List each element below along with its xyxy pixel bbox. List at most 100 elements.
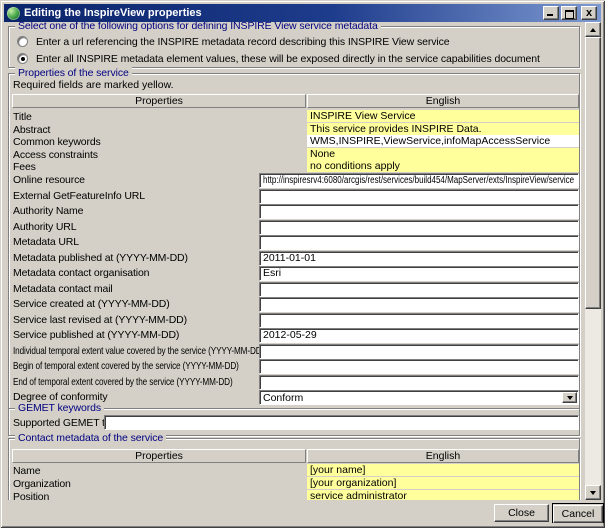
- selected-option: Conform: [263, 392, 303, 404]
- scroll-down-icon: [590, 491, 596, 495]
- service-created-input[interactable]: [259, 297, 579, 312]
- authority-name-input[interactable]: [259, 204, 579, 219]
- column-header-properties: Properties: [12, 449, 306, 463]
- maximize-icon: [565, 10, 574, 19]
- close-window-button[interactable]: x: [581, 6, 597, 20]
- contact-organization-cell[interactable]: [your organization]: [307, 477, 579, 489]
- row-label: Online resource: [13, 174, 85, 186]
- row-label: End of temporal extent covered by the se…: [13, 376, 233, 388]
- row-label: Service created at (YYYY-MM-DD): [13, 298, 170, 310]
- field-row: External GetFeatureInfo URL: [9, 189, 581, 204]
- dialog-content: Select one of the following options for …: [4, 22, 601, 500]
- cancel-button-default-ring: Cancel: [552, 503, 604, 523]
- scroll-up-icon: [590, 28, 596, 32]
- field-row: Service last revised at (YYYY-MM-DD): [9, 313, 581, 328]
- minimize-icon: [547, 14, 553, 16]
- close-button[interactable]: Close: [494, 504, 549, 522]
- minimize-button[interactable]: [543, 6, 559, 20]
- column-header-english: English: [307, 94, 579, 108]
- scroll-down-button[interactable]: [585, 485, 601, 500]
- window-controls: x: [543, 6, 597, 20]
- end-temporal-extent-input[interactable]: [259, 375, 579, 390]
- metadata-contact-mail-input[interactable]: [259, 282, 579, 297]
- field-row: Begin of temporal extent covered by the …: [9, 359, 581, 374]
- contact-groupbox: Contact metadata of the service Properti…: [8, 438, 580, 500]
- contact-group-title: Contact metadata of the service: [15, 432, 166, 444]
- abstract-cell[interactable]: This service provides INSPIRE Data.: [307, 123, 579, 135]
- row-label: Position: [13, 491, 49, 500]
- row-label: External GetFeatureInfo URL: [13, 190, 145, 202]
- close-icon: x: [582, 7, 596, 19]
- field-row: Metadata URL: [9, 235, 581, 250]
- field-row: Authority Name: [9, 204, 581, 219]
- degree-of-conformity-select[interactable]: Conform: [259, 390, 579, 405]
- combo-dropdown-button[interactable]: [562, 392, 577, 403]
- field-row: Metadata contact organisation Esri: [9, 266, 581, 281]
- row-label: Service last revised at (YYYY-MM-DD): [13, 314, 187, 326]
- cancel-button[interactable]: Cancel: [553, 505, 603, 523]
- service-published-input[interactable]: 2012-05-29: [259, 328, 579, 343]
- gemet-group-title: GEMET keywords: [15, 402, 104, 414]
- access-constraints-cell[interactable]: None: [307, 148, 579, 160]
- radio-selected-icon[interactable]: [17, 53, 28, 64]
- row-label: Metadata contact mail: [13, 283, 113, 295]
- row-label: Title: [13, 111, 32, 123]
- begin-temporal-extent-input[interactable]: [259, 359, 579, 374]
- row-label: Metadata URL: [13, 236, 79, 248]
- row-label: Individual temporal extent value covered…: [13, 345, 264, 357]
- properties-group-title: Properties of the service: [15, 67, 132, 79]
- titlebar[interactable]: Editing the InspireView properties x: [4, 4, 601, 22]
- field-row: Metadata published at (YYYY-MM-DD) 2011-…: [9, 251, 581, 266]
- options-groupbox: Select one of the following options for …: [8, 26, 580, 68]
- field-row: Individual temporal extent value covered…: [9, 344, 581, 359]
- options-group-title: Select one of the following options for …: [15, 22, 381, 32]
- title-cell[interactable]: INSPIRE View Service: [307, 110, 579, 122]
- dialog-window: Editing the InspireView properties x Sel…: [0, 0, 605, 528]
- row-label: Metadata contact organisation: [13, 267, 149, 279]
- metadata-contact-organisation-input[interactable]: Esri: [259, 266, 579, 281]
- maximize-button[interactable]: [561, 6, 577, 20]
- radio-option-label: Enter all INSPIRE metadata element value…: [36, 53, 540, 65]
- row-label: Name: [13, 465, 40, 477]
- radio-option-metadata-url[interactable]: Enter a url referencing the INSPIRE meta…: [17, 35, 577, 49]
- metadata-published-input[interactable]: 2011-01-01: [259, 251, 579, 266]
- row-label: Fees: [13, 161, 36, 173]
- required-note: Required fields are marked yellow.: [13, 79, 174, 91]
- authority-url-input[interactable]: [259, 220, 579, 235]
- online-resource-input[interactable]: http://inspiresrv4:6080/arcgis/rest/serv…: [259, 173, 579, 188]
- common-keywords-cell[interactable]: WMS,INSPIRE,ViewService,infoMapAccessSer…: [307, 135, 579, 147]
- scroll-up-button[interactable]: [585, 22, 601, 37]
- fees-cell[interactable]: no conditions apply: [307, 160, 579, 172]
- field-row: Service published at (YYYY-MM-DD) 2012-0…: [9, 328, 581, 343]
- globe-icon: [7, 7, 20, 20]
- column-header-properties: Properties: [12, 94, 306, 108]
- row-label: Metadata published at (YYYY-MM-DD): [13, 252, 188, 264]
- row-label: Abstract: [13, 124, 50, 136]
- gemet-themes-input[interactable]: [104, 415, 579, 430]
- properties-groupbox: Properties of the service Required field…: [8, 73, 580, 409]
- individual-temporal-extent-input[interactable]: [259, 344, 579, 359]
- chevron-down-icon: [567, 396, 573, 400]
- contact-position-cell[interactable]: service administrator: [307, 490, 579, 500]
- row-label: Begin of temporal extent covered by the …: [13, 360, 239, 372]
- field-row: End of temporal extent covered by the se…: [9, 375, 581, 390]
- radio-unselected-icon[interactable]: [17, 36, 28, 47]
- row-label: Organization: [13, 478, 71, 490]
- vertical-scrollbar[interactable]: [585, 22, 601, 500]
- column-header-english: English: [307, 449, 579, 463]
- service-last-revised-input[interactable]: [259, 313, 579, 328]
- scrollbar-thumb[interactable]: [585, 37, 601, 309]
- field-row: Metadata contact mail: [9, 282, 581, 297]
- field-row: Service created at (YYYY-MM-DD): [9, 297, 581, 312]
- radio-option-element-values[interactable]: Enter all INSPIRE metadata element value…: [17, 52, 577, 66]
- row-label: Authority URL: [13, 221, 76, 233]
- field-row: Authority URL: [9, 220, 581, 235]
- radio-option-label: Enter a url referencing the INSPIRE meta…: [36, 36, 450, 48]
- window-title: Editing the InspireView properties: [24, 7, 543, 19]
- row-label: Common keywords: [13, 136, 101, 148]
- external-getfeatureinfo-url-input[interactable]: [259, 189, 579, 204]
- row-label: Service published at (YYYY-MM-DD): [13, 329, 179, 341]
- metadata-url-input[interactable]: [259, 235, 579, 250]
- contact-name-cell[interactable]: [your name]: [307, 464, 579, 476]
- table-row: Position service administrator: [9, 490, 581, 500]
